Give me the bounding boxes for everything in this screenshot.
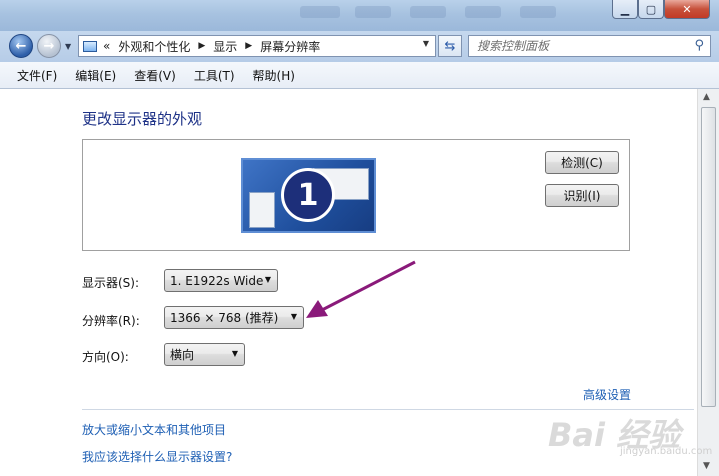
close-button[interactable]: ✕ bbox=[664, 0, 710, 19]
breadcrumb-overflow[interactable]: « bbox=[103, 39, 110, 53]
chevron-down-icon: ▼ bbox=[290, 312, 297, 321]
orientation-select[interactable]: 横向 ▼ bbox=[164, 343, 245, 366]
monitor-number-badge: 1 bbox=[281, 168, 335, 222]
resolution-select-value: 1366 × 768 (推荐) bbox=[170, 311, 279, 325]
address-bar[interactable]: « 外观和个性化 ▶ 显示 ▶ 屏幕分辨率 ▼ bbox=[78, 35, 436, 57]
menu-bar: 文件(F) 编辑(E) 查看(V) 工具(T) 帮助(H) bbox=[0, 62, 719, 89]
forward-arrow-icon: → bbox=[43, 38, 55, 54]
blurred-taskbar-item bbox=[410, 6, 446, 18]
scroll-up-icon[interactable]: ▲ bbox=[703, 92, 710, 102]
orientation-select-value: 横向 bbox=[170, 348, 195, 362]
window-title-bar: ▁ ▢ ✕ bbox=[0, 0, 719, 31]
breadcrumb-separator-icon[interactable]: ▶ bbox=[198, 41, 205, 51]
page-title: 更改显示器的外观 bbox=[82, 110, 203, 128]
close-icon: ✕ bbox=[682, 2, 692, 16]
menu-help[interactable]: 帮助(H) bbox=[243, 67, 303, 84]
refresh-icon: ⇆ bbox=[444, 38, 456, 54]
mini-window-icon bbox=[249, 192, 275, 228]
menu-tools[interactable]: 工具(T) bbox=[184, 67, 243, 84]
monitor-number: 1 bbox=[297, 177, 319, 213]
breadcrumb-separator-icon[interactable]: ▶ bbox=[245, 41, 252, 51]
watermark-url: jingyan.baidu.com bbox=[620, 446, 713, 457]
maximize-button[interactable]: ▢ bbox=[638, 0, 664, 19]
blurred-taskbar-item bbox=[465, 6, 501, 18]
search-input[interactable] bbox=[475, 38, 689, 54]
identify-button[interactable]: 识别(I) bbox=[545, 184, 619, 207]
maximize-icon: ▢ bbox=[645, 2, 657, 16]
recent-pages-dropdown[interactable]: ▼ bbox=[65, 42, 71, 51]
minimize-button[interactable]: ▁ bbox=[612, 0, 638, 19]
breadcrumb-display[interactable]: 显示 bbox=[213, 38, 237, 55]
minimize-icon: ▁ bbox=[620, 2, 630, 16]
back-button[interactable]: ← bbox=[9, 34, 33, 58]
blurred-taskbar-item bbox=[355, 6, 391, 18]
chevron-down-icon: ▼ bbox=[264, 275, 271, 284]
advanced-settings-link[interactable]: 高级设置 bbox=[583, 386, 631, 403]
blurred-taskbar-item bbox=[520, 6, 556, 18]
menu-edit[interactable]: 编辑(E) bbox=[65, 67, 124, 84]
scroll-down-icon[interactable]: ▼ bbox=[703, 461, 710, 471]
refresh-button[interactable]: ⇆ bbox=[438, 35, 462, 57]
monitor-arrangement-panel: 1 检测(C) 识别(I) bbox=[82, 139, 630, 251]
identify-button-label: 识别(I) bbox=[563, 189, 601, 203]
resolution-select[interactable]: 1366 × 768 (推荐) ▼ bbox=[164, 306, 304, 329]
control-panel-icon bbox=[83, 40, 97, 52]
detect-button[interactable]: 检测(C) bbox=[545, 151, 619, 174]
text-size-link[interactable]: 放大或缩小文本和其他项目 bbox=[82, 421, 226, 438]
navigation-bar: ← → ▼ « 外观和个性化 ▶ 显示 ▶ 屏幕分辨率 ▼ ⇆ ⚲ bbox=[0, 31, 719, 62]
which-settings-link[interactable]: 我应该选择什么显示器设置? bbox=[82, 448, 232, 465]
monitor-1-thumbnail[interactable]: 1 bbox=[241, 158, 376, 233]
blurred-taskbar-item bbox=[300, 6, 340, 18]
forward-button[interactable]: → bbox=[37, 34, 61, 58]
orientation-label: 方向(O): bbox=[82, 350, 129, 364]
scrollbar-thumb[interactable] bbox=[701, 107, 716, 407]
menu-file[interactable]: 文件(F) bbox=[0, 67, 65, 84]
display-label: 显示器(S): bbox=[82, 276, 140, 290]
address-dropdown-icon[interactable]: ▼ bbox=[423, 39, 429, 48]
vertical-scrollbar[interactable]: ▲ ▼ bbox=[697, 89, 719, 476]
breadcrumb-appearance[interactable]: 外观和个性化 bbox=[118, 38, 190, 55]
detect-button-label: 检测(C) bbox=[561, 156, 603, 170]
search-icon[interactable]: ⚲ bbox=[694, 38, 704, 53]
chevron-down-icon: ▼ bbox=[231, 349, 238, 358]
search-box[interactable]: ⚲ bbox=[468, 35, 711, 57]
display-select-value: 1. E1922s Wide bbox=[170, 273, 264, 288]
resolution-label: 分辨率(R): bbox=[82, 314, 140, 328]
back-arrow-icon: ← bbox=[15, 38, 27, 54]
menu-view[interactable]: 查看(V) bbox=[124, 67, 184, 84]
display-select[interactable]: 1. E1922s Wide ▼ bbox=[164, 269, 278, 292]
breadcrumb-screen-resolution[interactable]: 屏幕分辨率 bbox=[260, 38, 320, 55]
